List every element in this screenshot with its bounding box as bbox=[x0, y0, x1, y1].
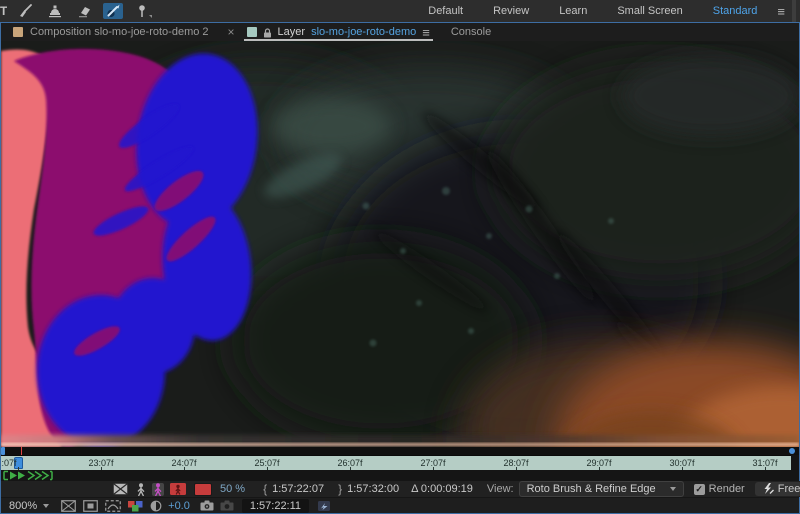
workspace-tab-standard[interactable]: Standard bbox=[698, 5, 773, 17]
roto-controls-bar: 50 % { 1:57:22:07 } 1:57:32:00 Δ 0:00:09… bbox=[1, 481, 800, 497]
workspace-tab-learn[interactable]: Learn bbox=[544, 5, 602, 17]
time-navigator[interactable] bbox=[1, 447, 799, 455]
in-point-icon: { bbox=[263, 482, 268, 496]
fast-previews-icon bbox=[318, 500, 331, 511]
tab-layer[interactable]: Layer slo-mo-joe-roto-demo ≡ bbox=[243, 23, 433, 41]
exposure-value[interactable]: +0.0 bbox=[168, 500, 190, 512]
puppet-pin-icon bbox=[139, 5, 145, 17]
transparency-grid-icon bbox=[113, 483, 128, 495]
clone-stamp-tool[interactable] bbox=[45, 3, 65, 19]
panel-tab-bar: Composition slo-mo-joe-roto-demo 2 × Lay… bbox=[1, 23, 799, 41]
render-label: Render bbox=[708, 483, 745, 495]
roto-span-row bbox=[1, 470, 799, 481]
freeze-lightning-icon bbox=[764, 483, 774, 494]
roto-brush-tool[interactable] bbox=[103, 3, 123, 19]
workspace-tab-default[interactable]: Default bbox=[413, 5, 478, 17]
out-point-time[interactable]: 1:57:32:00 bbox=[347, 483, 399, 495]
alpha-overlay-icon bbox=[170, 483, 186, 495]
composition-swatch-icon bbox=[13, 27, 23, 37]
duration-value: Δ 0:00:09:19 bbox=[411, 483, 473, 495]
navigator-current-time-marker bbox=[21, 447, 22, 455]
viewer-status-bar: 800% +0.0 1:57:22:11 bbox=[1, 497, 799, 513]
panel-menu-icon[interactable]: ≡ bbox=[422, 25, 430, 40]
alpha-person-icon bbox=[137, 482, 145, 496]
puppet-pin-tool[interactable] bbox=[132, 3, 152, 19]
show-snapshot-button[interactable] bbox=[220, 500, 234, 511]
ruler-end-cap bbox=[791, 455, 799, 470]
eraser-tool[interactable] bbox=[74, 3, 94, 19]
workspace-tabs: Default Review Learn Small Screen Standa… bbox=[413, 0, 796, 22]
toggle-alpha-overlay-button[interactable] bbox=[170, 483, 186, 495]
out-point-icon: } bbox=[338, 482, 343, 496]
region-of-interest-icon bbox=[83, 499, 98, 512]
tools-group: T bbox=[0, 0, 152, 22]
region-of-interest-button[interactable] bbox=[83, 499, 98, 512]
show-channel-button[interactable] bbox=[128, 500, 143, 512]
transparency-grid-button[interactable] bbox=[61, 499, 76, 512]
timeline-ruler[interactable]: 22:07f23:07f24:07f25:07f26:07f27:07f28:0… bbox=[1, 455, 791, 470]
brush-icon bbox=[20, 4, 32, 17]
brush-tool[interactable] bbox=[16, 3, 36, 19]
tab-composition[interactable]: Composition slo-mo-joe-roto-demo 2 × bbox=[13, 25, 235, 39]
navigator-end-handle[interactable] bbox=[789, 448, 795, 454]
freeze-button[interactable]: Freeze bbox=[754, 482, 800, 496]
view-dropdown[interactable]: Roto Brush & Refine Edge bbox=[518, 481, 684, 497]
toggle-transparency-grid-button[interactable] bbox=[113, 483, 128, 495]
layer-swatch-icon bbox=[246, 27, 257, 37]
roto-brush-icon bbox=[107, 4, 120, 18]
tool-bar: T Default Review Learn Small Screen Stan… bbox=[0, 0, 800, 22]
alpha-boundary-person-icon bbox=[154, 482, 162, 496]
close-icon[interactable]: × bbox=[228, 25, 235, 39]
layer-panel: Composition slo-mo-joe-roto-demo 2 × Lay… bbox=[0, 22, 800, 514]
magnification-chevron-icon[interactable] bbox=[43, 503, 50, 508]
overlay-opacity-value[interactable]: 50 % bbox=[220, 483, 245, 495]
take-snapshot-button[interactable] bbox=[200, 500, 214, 511]
transparency-grid-icon bbox=[61, 499, 76, 512]
checkmark-icon: ✓ bbox=[693, 483, 705, 495]
camera-icon bbox=[200, 500, 214, 511]
view-dropdown-value: Roto Brush & Refine Edge bbox=[526, 483, 656, 495]
roto-span-indicator bbox=[3, 470, 53, 481]
show-snapshot-icon bbox=[220, 500, 234, 511]
overlay-color-swatch[interactable] bbox=[194, 482, 212, 496]
view-label: View: bbox=[486, 483, 514, 495]
workspace-tab-small-screen[interactable]: Small Screen bbox=[602, 5, 697, 17]
exposure-icon bbox=[150, 500, 162, 511]
mask-paths-icon bbox=[105, 499, 121, 512]
type-tool[interactable]: T bbox=[0, 0, 7, 22]
clone-stamp-icon bbox=[49, 5, 61, 17]
reset-exposure-button[interactable] bbox=[150, 500, 162, 512]
fast-previews-button[interactable] bbox=[317, 500, 331, 512]
roto-brush-image bbox=[1, 41, 799, 447]
rgb-channels-icon bbox=[128, 500, 143, 511]
freeze-label: Freeze bbox=[777, 483, 800, 495]
workspace-menu-icon[interactable]: ≡ bbox=[772, 4, 789, 19]
workspace-tab-review[interactable]: Review bbox=[478, 5, 544, 17]
render-checkbox[interactable]: ✓ bbox=[693, 483, 705, 495]
current-time-display[interactable]: 1:57:22:11 bbox=[241, 498, 310, 513]
composition-tab-label: Composition slo-mo-joe-roto-demo 2 bbox=[30, 26, 209, 38]
viewer-canvas[interactable] bbox=[1, 41, 799, 447]
after-effects-window: T Default Review Learn Small Screen Stan… bbox=[0, 0, 800, 514]
in-point-time[interactable]: 1:57:22:07 bbox=[272, 483, 324, 495]
toggle-mask-visibility-button[interactable] bbox=[105, 499, 121, 512]
eraser-icon bbox=[78, 6, 90, 17]
toggle-alpha-boundary-button[interactable] bbox=[152, 482, 164, 496]
lock-icon bbox=[263, 27, 271, 37]
layer-tab-prefix: Layer bbox=[277, 26, 306, 38]
layer-tab-name: slo-mo-joe-roto-demo bbox=[311, 26, 417, 38]
toggle-alpha-button[interactable] bbox=[136, 482, 146, 496]
panel-edge bbox=[792, 0, 796, 22]
ruler-label: 22:07f bbox=[1, 458, 17, 468]
navigator-start-handle[interactable] bbox=[1, 447, 5, 455]
chevron-down-icon bbox=[669, 487, 676, 491]
tab-console[interactable]: Console bbox=[451, 26, 491, 38]
magnification-value[interactable]: 800% bbox=[9, 500, 37, 512]
